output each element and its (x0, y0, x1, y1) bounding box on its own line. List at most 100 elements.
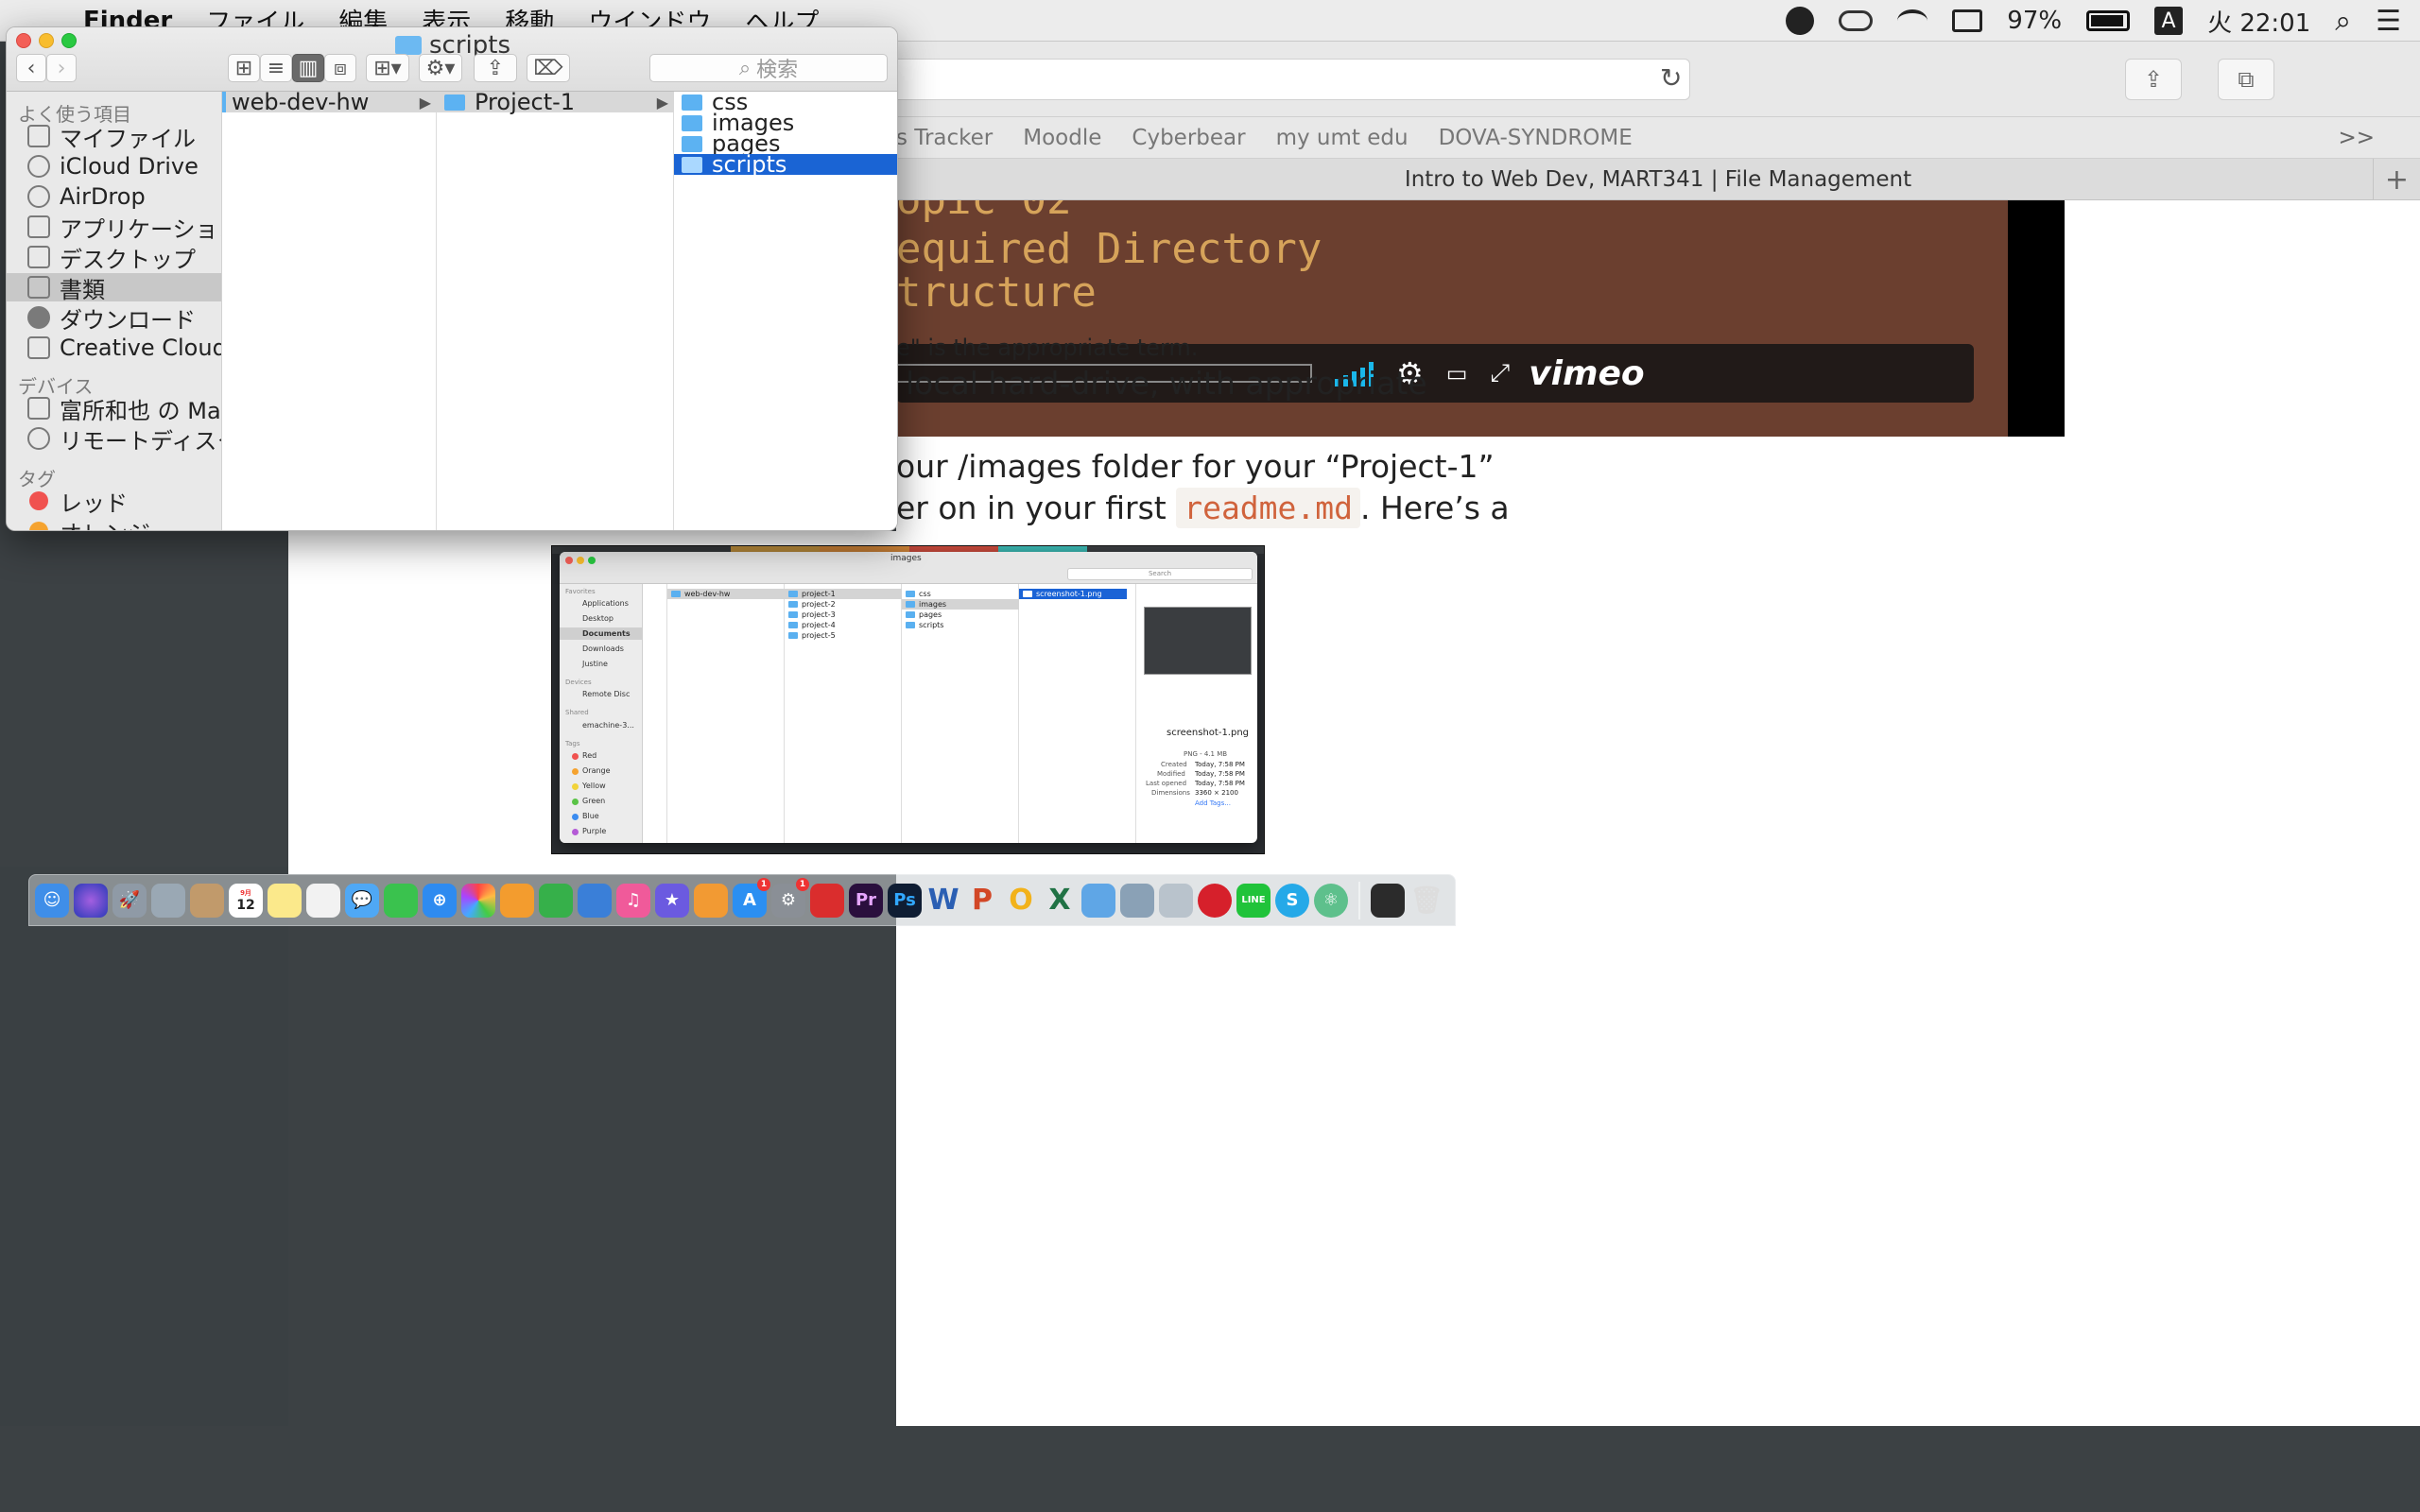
dock-imovie-icon[interactable]: ★ (655, 883, 689, 918)
bookmark-dova-syndrome[interactable]: DOVA-SYNDROME (1439, 126, 1633, 150)
search-field[interactable]: ⌕ 検索 (649, 54, 888, 82)
dock-satellite-icon[interactable] (1159, 883, 1193, 918)
wifi-icon[interactable] (1897, 9, 1928, 32)
dock-powerpoint-icon[interactable]: P (965, 884, 999, 918)
reload-icon[interactable]: ↻ (1660, 62, 1682, 94)
sidebar-item-creative-cloud-files[interactable]: Creative Cloud Files (7, 334, 221, 362)
bookmark-tracker[interactable]: s Tracker (896, 126, 993, 150)
dock-safari-icon[interactable]: ⊕ (423, 883, 457, 918)
dock-outlook-icon[interactable]: O (1004, 884, 1038, 918)
dock-word-icon[interactable]: W (926, 884, 960, 918)
gallery-view-button[interactable]: ⧈ (324, 54, 356, 82)
bookmark-my-umt-edu[interactable]: my umt edu (1276, 126, 1409, 150)
group-by-button[interactable]: ⊞▾ (366, 54, 409, 82)
new-tab-button[interactable]: + (2373, 159, 2420, 200)
airplay-icon[interactable] (1952, 9, 1983, 32)
list-item-project-1[interactable]: Project-1 ▶ (437, 89, 674, 115)
dock-photoshop-icon[interactable]: Ps (888, 883, 922, 918)
dock-launchpad-icon[interactable]: 🚀 (112, 883, 147, 918)
dock-atom-icon[interactable]: ⚛ (1314, 883, 1348, 918)
sidebar-item-remote-disc[interactable]: リモートディスク (7, 424, 221, 455)
sidebar-item-label: 書類 (60, 276, 105, 303)
dock-numbers-icon[interactable] (539, 883, 573, 918)
sidebar-item-downloads[interactable]: ダウンロード (7, 303, 221, 334)
status-app-icon[interactable] (1786, 7, 1815, 35)
dock-notes-icon[interactable] (268, 883, 302, 918)
dock-separator (1358, 881, 1360, 919)
vimeo-logo[interactable]: vimeo (1529, 354, 1644, 393)
folder-icon (682, 94, 702, 111)
dock-cyberduck-icon[interactable] (1120, 883, 1154, 918)
back-button[interactable]: ‹ (16, 54, 46, 82)
forward-button[interactable]: › (46, 54, 77, 82)
dock-messages-icon[interactable]: 💬 (345, 883, 379, 918)
bookmark-moodle[interactable]: Moodle (1023, 126, 1101, 150)
action-button[interactable]: ⚙▾ (419, 54, 462, 82)
list-item-images[interactable]: images (674, 110, 897, 136)
battery-percent[interactable]: 97% (2007, 7, 2062, 35)
column-view-button[interactable]: ▥ (292, 54, 324, 82)
input-source-icon[interactable]: A (2154, 7, 2184, 35)
sidebar-item-documents[interactable]: 書類 (7, 273, 221, 303)
show-tabs-button[interactable]: ⧉ (2218, 59, 2274, 100)
dock-facetime-icon[interactable] (384, 883, 418, 918)
sidebar-item-desktop[interactable]: デスクトップ (7, 243, 221, 273)
dock-app-store-icon[interactable]: A1 (733, 877, 770, 918)
icon-view-button[interactable]: ⊞ (228, 54, 260, 82)
sidebar-tag-red[interactable]: レッド (7, 487, 221, 517)
share-button[interactable]: ⇪ (474, 54, 517, 82)
gallery-icon: ⧈ (334, 56, 347, 80)
embedded-preview-name: screenshot-1.png (1167, 728, 1250, 738)
dock-calendar-icon[interactable]: 9月 12 (229, 883, 263, 918)
spotlight-search-icon[interactable]: ⌕ (2335, 5, 2351, 38)
folder-icon (682, 135, 702, 152)
sidebar-item-icloud-drive[interactable]: iCloud Drive (7, 152, 221, 180)
sidebar-item-label: ダウンロード (60, 306, 196, 334)
dock-itunes-icon[interactable]: ♫ (616, 883, 650, 918)
share-button[interactable]: ⇪ (2125, 59, 2182, 100)
embedded-row-label: project-1 (802, 590, 836, 598)
dock-preview-icon[interactable] (151, 883, 185, 918)
sidebar-item-applications[interactable]: アプリケーション (7, 213, 221, 243)
address-bar[interactable] (896, 59, 1690, 100)
dock-trash-icon[interactable]: 🗑 (1409, 884, 1443, 918)
dock-finder-icon[interactable]: ☺ (35, 883, 69, 918)
creative-cloud-icon[interactable] (1839, 10, 1874, 31)
tab-title[interactable]: Intro to Web Dev, MART341 | File Managem… (1405, 167, 1911, 192)
dock-system-preferences-icon[interactable]: ⚙ 1 (771, 877, 809, 918)
fullscreen-icon[interactable]: ⤢ (1490, 359, 1510, 388)
dock-excel-icon[interactable]: X (1043, 884, 1077, 918)
dock-line-icon[interactable]: LINE (1236, 883, 1270, 918)
bookmarks-overflow-button[interactable]: >> (2338, 126, 2375, 150)
dock-contacts-icon[interactable] (190, 883, 224, 918)
dock-skype-icon[interactable]: S (1275, 883, 1309, 918)
dock-terminal-icon[interactable] (1371, 883, 1405, 918)
dock-reminders-icon[interactable] (306, 883, 340, 918)
embedded-row-label: css (919, 590, 931, 598)
dock-pages-icon[interactable] (500, 883, 534, 918)
dock-photos-icon[interactable] (461, 883, 495, 918)
dock-ibooks-icon[interactable] (694, 883, 728, 918)
list-view-button[interactable]: ≡ (260, 54, 292, 82)
tab-bar: Intro to Web Dev, MART341 | File Managem… (896, 159, 2420, 200)
dock-streaks-icon[interactable] (1198, 883, 1232, 918)
sidebar-tag-orange[interactable]: オレンジ (7, 517, 221, 530)
dock-siri-icon[interactable] (74, 883, 108, 918)
notification-center-icon[interactable]: ☰ (2376, 5, 2401, 38)
list-item-web-dev-hw[interactable]: web-dev-hw ▶ (222, 89, 437, 115)
clock[interactable]: 火 22:01 (2207, 4, 2310, 39)
sidebar-item-macbook[interactable]: 富所和也 の MacBoo... (7, 394, 221, 424)
dock-creative-cloud-icon[interactable] (810, 883, 844, 918)
bookmark-cyberbear[interactable]: Cyberbear (1132, 126, 1245, 150)
tags-button[interactable]: ⌦ (527, 54, 570, 82)
sidebar-item-airdrop[interactable]: AirDrop (7, 182, 221, 211)
sidebar-item-label: iCloud Drive (60, 153, 199, 180)
dock-premiere-icon[interactable]: Pr (849, 883, 883, 918)
airplay-icon[interactable]: ▭ (1446, 360, 1468, 387)
embedded-column-1: web-dev-hw (667, 584, 785, 843)
sidebar-item-my-files[interactable]: マイファイル (7, 122, 221, 152)
list-item-scripts[interactable]: scripts (674, 151, 897, 178)
dock-keynote-icon[interactable] (578, 883, 612, 918)
battery-icon[interactable] (2086, 10, 2131, 31)
dock-teams-icon[interactable] (1081, 883, 1115, 918)
